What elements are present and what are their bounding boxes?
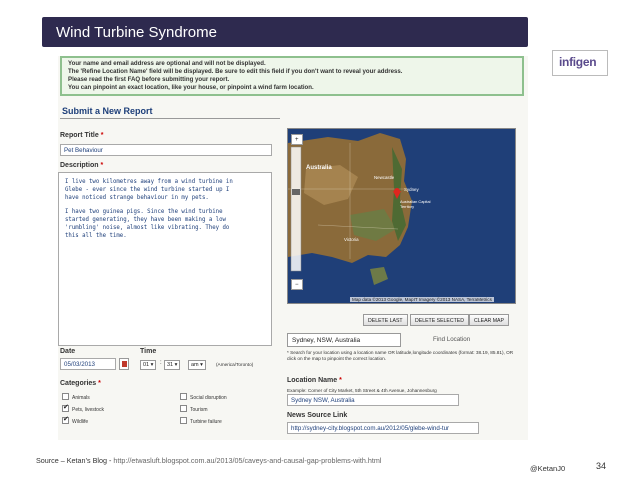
report-form-screenshot: Your name and email address are optional…: [58, 56, 528, 440]
time-separator: :: [160, 360, 162, 366]
form-heading: Submit a New Report: [62, 106, 153, 116]
categories-label: Categories *: [60, 380, 101, 387]
location-name-example: Example: Corner of City Market, 5th Stre…: [287, 388, 437, 393]
report-title-input[interactable]: Pet Behaviour: [60, 144, 272, 156]
location-hint: * Search for your location using a locat…: [287, 350, 514, 362]
find-location-button[interactable]: Find Location: [433, 336, 470, 343]
checkbox-icon: [180, 405, 187, 412]
location-map[interactable]: + − Australia Newcastle Sydney Australia…: [287, 128, 516, 304]
zoom-out-button[interactable]: −: [291, 279, 303, 290]
category-checkbox[interactable]: Tourism: [180, 405, 208, 413]
notice-line: Please read the first FAQ before submitt…: [68, 76, 230, 84]
category-checkbox[interactable]: Wildlife: [62, 415, 88, 425]
report-title-label: Report Title *: [60, 132, 104, 139]
map-label-state: Victoria: [344, 237, 359, 242]
category-checkbox[interactable]: Animals: [62, 393, 90, 401]
location-search-input[interactable]: Sydney, NSW, Australia: [287, 333, 401, 347]
location-name-input[interactable]: Sydney NSW, Australia: [287, 394, 459, 406]
news-source-label: News Source Link: [287, 412, 348, 419]
checkbox-icon: [180, 393, 187, 400]
checkbox-checked-icon: [62, 415, 69, 424]
source-link[interactable]: http://etwasluft.blogspot.com.au/2013/05…: [113, 456, 381, 465]
time-label: Time: [140, 348, 157, 355]
category-checkbox[interactable]: Turbine failure: [180, 417, 222, 425]
calendar-icon[interactable]: [119, 358, 129, 370]
description-label: Description *: [60, 162, 104, 169]
map-credit: Map data ©2013 Google, MapIT Imagery ©20…: [350, 297, 494, 302]
source-label: Source – Ketan’s Blog -: [36, 456, 114, 465]
date-input[interactable]: 05/03/2013: [60, 358, 116, 370]
source-citation: Source – Ketan’s Blog - http://etwasluft…: [36, 456, 381, 465]
ampm-select[interactable]: am ▾: [188, 360, 206, 370]
page-number: 34: [596, 461, 607, 471]
checkbox-icon: [180, 417, 187, 424]
delete-last-button[interactable]: DELETE LAST: [363, 314, 408, 326]
map-label-city1: Newcastle: [374, 175, 395, 180]
notice-box: Your name and email address are optional…: [60, 56, 524, 96]
category-checkbox[interactable]: Pets, livestock: [62, 403, 104, 413]
description-paragraph: I live two kilometres away from a wind t…: [65, 179, 233, 201]
timezone-label: (America/Toronto): [216, 362, 254, 367]
map-label-country: Australia: [306, 165, 332, 171]
checkbox-icon: [62, 393, 69, 400]
notice-line: Your name and email address are optional…: [68, 60, 266, 67]
description-paragraph: I have two guinea pigs. Since the wind t…: [65, 209, 230, 239]
slide-title: Wind Turbine Syndrome: [56, 24, 217, 41]
zoom-in-button[interactable]: +: [291, 134, 303, 145]
location-name-label: Location Name *: [287, 377, 342, 384]
heading-divider: [60, 118, 280, 119]
notice-line: You can pinpoint an exact location, like…: [68, 84, 314, 92]
category-checkbox[interactable]: Social disruption: [180, 393, 227, 401]
minute-select[interactable]: 31 ▾: [164, 360, 181, 370]
author-handle: @KetanJ0: [530, 464, 566, 473]
map-label-city2: Sydney: [404, 187, 419, 192]
description-textarea[interactable]: I live two kilometres away from a wind t…: [58, 172, 272, 346]
date-label: Date: [60, 348, 76, 355]
clear-map-button[interactable]: CLEAR MAP: [469, 314, 509, 326]
checkbox-checked-icon: [62, 403, 69, 412]
news-source-input[interactable]: http://sydney-city.blogspot.com.au/2012/…: [287, 422, 479, 434]
logo-text: infigen: [559, 55, 597, 69]
delete-selected-button[interactable]: DELETE SELECTED: [410, 314, 470, 326]
notice-line: The 'Refine Location Name' field will be…: [68, 68, 403, 76]
infigen-logo: infigen: [552, 50, 608, 76]
slide-title-bar: Wind Turbine Syndrome: [42, 17, 528, 47]
hour-select[interactable]: 01 ▾: [140, 360, 157, 370]
map-label-territory: Australian Capital Territory: [400, 199, 431, 209]
map-canvas: [288, 129, 515, 303]
